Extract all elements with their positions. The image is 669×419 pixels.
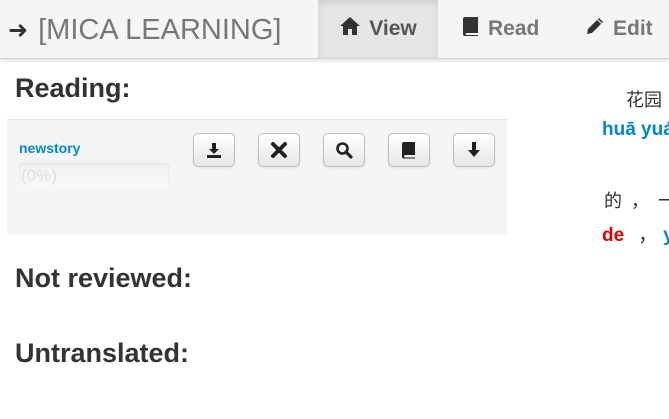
download-icon [207,143,221,158]
search-button[interactable] [323,133,365,167]
preview-pinyin-line2: de ， y [602,220,669,247]
preview-pinyin-line1[interactable]: huā yuá [602,119,669,141]
book-icon [402,142,415,159]
search-icon [336,142,353,159]
brand[interactable]: ➜ [MICA LEARNING] [8,10,281,50]
home-icon [339,16,361,42]
remove-button[interactable] [258,133,300,167]
nav-edit[interactable]: Edit [585,0,653,58]
nav-view[interactable]: View [318,0,438,58]
read-book-button[interactable] [388,133,430,167]
pencil-icon [585,16,605,42]
progress-label: (0%) [21,166,57,185]
remove-icon [271,142,287,158]
download-button[interactable] [193,133,235,167]
book-icon [462,16,480,42]
preview-chars-line1[interactable]: 花园 [626,86,662,112]
arrow-right-icon[interactable]: ➜ [8,16,28,45]
preview-separator: ， [638,225,658,246]
move-down-button[interactable] [453,133,495,167]
story-preview: 花园 huā yuá 的 ， 一 de ，y [593,75,669,250]
arrow-down-icon [468,142,480,157]
nav-edit-label: Edit [613,17,653,40]
not-reviewed-heading: Not reviewed: [15,263,193,293]
nav-read-label: Read [488,17,540,40]
story-progress-bar: (0%) [19,163,169,189]
story-link[interactable]: newstory [19,140,80,156]
preview-pinyin-next[interactable]: y [663,225,669,246]
story-panel: newstory (0%) [7,119,507,235]
top-navbar: ➜ [MICA LEARNING] View Read Edit [0,0,669,59]
nav-view-label: View [369,17,417,40]
untranslated-heading: Untranslated: [15,338,190,368]
brand-title[interactable]: [MICA LEARNING] [38,14,281,47]
preview-pinyin-highlight[interactable]: de [602,225,624,246]
reading-heading: Reading: [15,73,131,103]
preview-chars-line2[interactable]: 的 ， 一 [604,187,669,213]
nav-read[interactable]: Read [462,0,539,58]
